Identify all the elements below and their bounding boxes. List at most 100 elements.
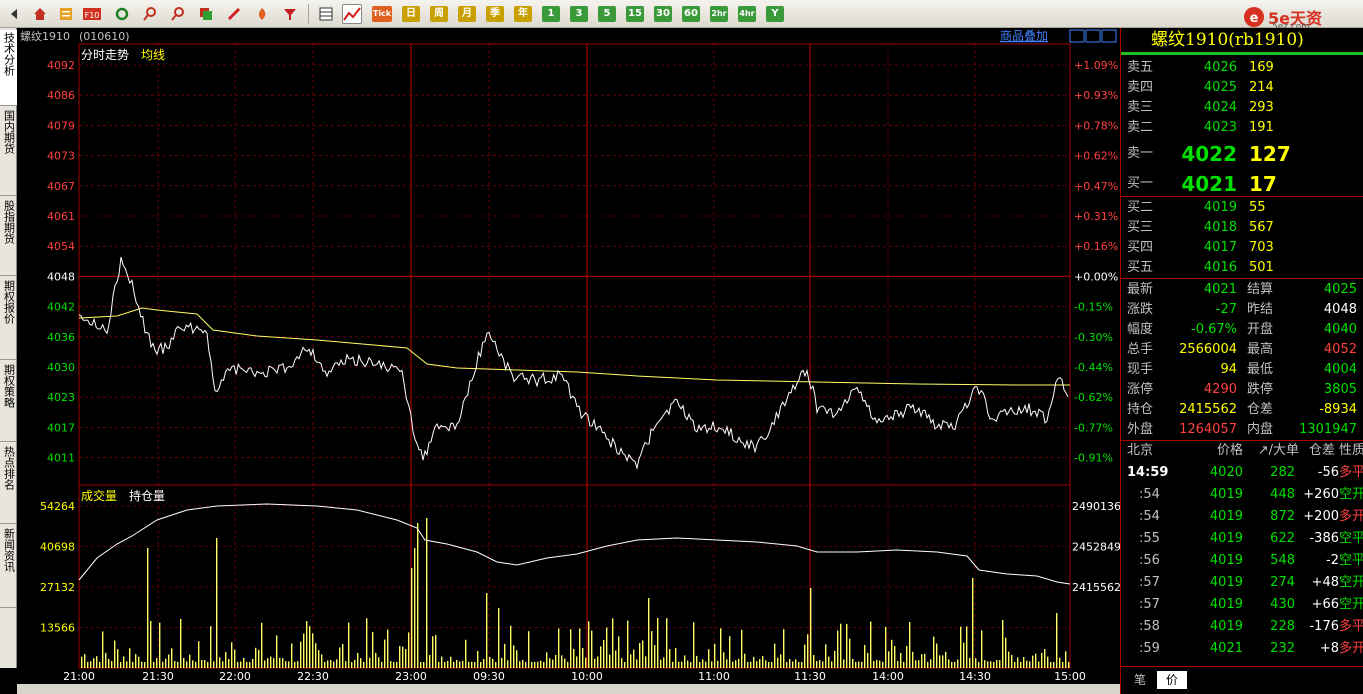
tab-intraday[interactable]: 分时走势 <box>81 48 129 62</box>
volume-bar <box>738 658 740 668</box>
volume-bar <box>237 661 239 668</box>
side-tab-index[interactable]: 股指期货 <box>0 198 17 276</box>
price-tick-label: 4067 <box>47 180 75 193</box>
overlay-button[interactable]: 商品叠加 <box>1000 28 1048 43</box>
volume-bar <box>705 661 707 668</box>
stat-value: 1301947 <box>1299 422 1357 437</box>
time-tick-label: 23:00 <box>395 670 427 683</box>
side-tab-options[interactable]: 期权报价 <box>0 278 17 360</box>
volume-bar <box>984 660 986 668</box>
volume-bar <box>786 661 788 668</box>
tick-nature: 空平 <box>1338 531 1363 546</box>
volume-bar <box>522 659 524 668</box>
chart-prev-button[interactable] <box>1069 29 1085 43</box>
volume-bar <box>573 648 575 668</box>
period-quarter-button[interactable]: 季 <box>486 6 504 22</box>
zoom-in-icon[interactable] <box>140 4 160 24</box>
ask-row[interactable]: 卖二 4023 191 <box>1121 118 1363 138</box>
period-day-button[interactable]: 日 <box>402 6 420 22</box>
volume-bar <box>87 661 89 668</box>
volume-bar <box>900 652 902 668</box>
side-tab-tech[interactable]: 技术分析 <box>0 30 17 106</box>
min-15-button[interactable]: 15 <box>626 6 644 22</box>
volume-bar <box>333 661 335 668</box>
period-year-button[interactable]: 年 <box>514 6 532 22</box>
chart-next-button[interactable] <box>1085 29 1101 43</box>
chart-max-button[interactable] <box>1101 29 1117 43</box>
volume-bar <box>294 661 296 668</box>
volume-bar <box>840 623 842 668</box>
tick-row: :54 4019 448 +260 空开 <box>1121 484 1363 506</box>
flame-icon[interactable] <box>252 4 272 24</box>
bid-row[interactable]: 买一 4021 17 <box>1121 170 1363 198</box>
volume-bar <box>993 661 995 668</box>
volume-bar <box>624 661 626 668</box>
volume-bar <box>1065 651 1067 668</box>
side-tab-ranking[interactable]: 热点排名 <box>0 444 17 524</box>
tab-average[interactable]: 均线 <box>141 48 165 62</box>
tab-open-interest[interactable]: 持仓量 <box>129 488 165 503</box>
volume-bar <box>1032 655 1034 668</box>
bid-row[interactable]: 买三 4018 567 <box>1121 218 1363 238</box>
filter-icon[interactable] <box>280 4 300 24</box>
hr-4-button[interactable]: 4hr <box>738 6 756 22</box>
bid-price: 4019 <box>1203 200 1237 215</box>
zoom-out-icon[interactable] <box>168 4 188 24</box>
table-icon[interactable] <box>316 4 336 24</box>
home-icon[interactable] <box>30 4 50 24</box>
volume-bar <box>531 661 533 668</box>
side-tab-strategy[interactable]: 期权策略 <box>0 362 17 442</box>
stat-label: 持仓 <box>1127 402 1154 417</box>
min-30-button[interactable]: 30 <box>654 6 672 22</box>
volume-bar <box>435 635 437 668</box>
volume-bar <box>954 661 956 668</box>
volume-bar <box>792 661 794 668</box>
volume-bar <box>747 661 749 668</box>
intraday-chart[interactable]: 4092 +1.09% 4086 +0.93% 4079 +0.78% 4073 +0.62%… <box>17 28 1120 684</box>
bid-row[interactable]: 买四 4017 703 <box>1121 238 1363 258</box>
stat-value: 2566004 <box>1179 342 1237 357</box>
side-tab-news[interactable]: 新闻资讯 <box>0 526 17 608</box>
volume-bar <box>810 588 812 668</box>
min-3-button[interactable]: 3 <box>570 6 588 22</box>
volume-bar <box>816 661 818 668</box>
trend-chart-icon[interactable] <box>342 4 362 24</box>
volume-bar <box>330 659 332 668</box>
pen-icon[interactable] <box>224 4 244 24</box>
ask-row[interactable]: 卖三 4024 293 <box>1121 98 1363 118</box>
volume-bar <box>420 661 422 668</box>
tick-button[interactable]: Tick <box>372 6 392 22</box>
period-week-button[interactable]: 周 <box>430 6 448 22</box>
volume-bar <box>885 626 887 668</box>
bid-price: 4017 <box>1203 240 1237 255</box>
period-month-button[interactable]: 月 <box>458 6 476 22</box>
price-tick-label: 4036 <box>47 331 75 344</box>
min-5-button[interactable]: 5 <box>598 6 616 22</box>
list-icon[interactable] <box>56 4 76 24</box>
bid-row[interactable]: 买二 4019 55 <box>1121 198 1363 218</box>
ask-row[interactable]: 卖一 4022 127 <box>1121 140 1363 168</box>
volume-bar <box>207 661 209 668</box>
tab-price[interactable]: 价 <box>1157 671 1187 689</box>
back-icon[interactable] <box>4 4 24 24</box>
volume-bar <box>384 639 386 668</box>
min-60-button[interactable]: 60 <box>682 6 700 22</box>
tab-trades[interactable]: 笔 <box>1125 671 1155 689</box>
ask-row[interactable]: 卖五 4026 169 <box>1121 58 1363 78</box>
side-tab-domestic[interactable]: 国内期货 <box>0 108 17 196</box>
volume-bar <box>642 640 644 668</box>
hr-2-button[interactable]: 2hr <box>710 6 728 22</box>
volume-bar <box>729 636 731 668</box>
refresh-icon[interactable] <box>112 4 132 24</box>
window-icon[interactable] <box>196 4 216 24</box>
ask-label: 卖二 <box>1127 120 1154 135</box>
ask-row[interactable]: 卖四 4025 214 <box>1121 78 1363 98</box>
volume-bar <box>582 647 584 668</box>
tab-volume[interactable]: 成交量 <box>81 488 117 503</box>
min-1-button[interactable]: 1 <box>542 6 560 22</box>
bid-row[interactable]: 买五 4016 501 <box>1121 258 1363 278</box>
custom-period-button[interactable]: Y <box>766 6 784 22</box>
volume-bar <box>84 654 86 668</box>
volume-bar <box>453 661 455 668</box>
f10-icon[interactable]: F10 <box>82 4 102 24</box>
